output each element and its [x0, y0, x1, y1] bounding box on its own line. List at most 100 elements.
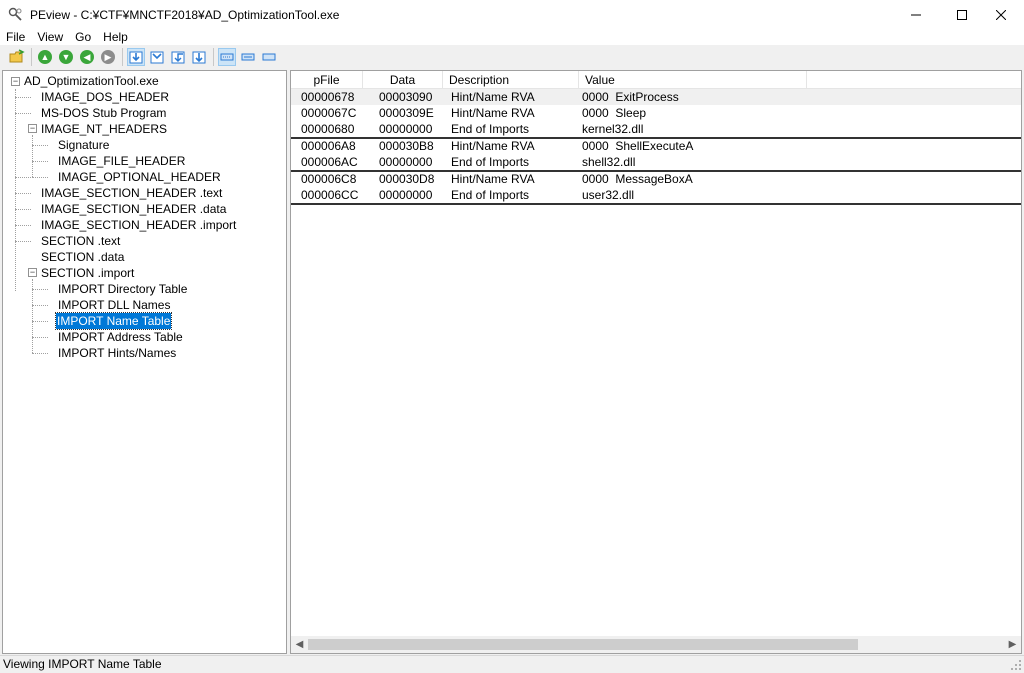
collapse-icon[interactable]: − [11, 77, 20, 86]
tree-connector [32, 279, 33, 353]
tree-item-file-header[interactable]: IMAGE_FILE_HEADER [57, 153, 186, 169]
cell-value: shell32.dll [582, 155, 636, 169]
up-icon: ▲ [38, 50, 52, 64]
cell-pfile: 000006A8 [301, 139, 356, 153]
tree-view[interactable]: − − − AD_OptimizationTool.exe IMAGE_DOS_… [2, 70, 287, 654]
cell-pfile: 000006C8 [301, 172, 357, 186]
cell-description: Hint/Name RVA [451, 139, 535, 153]
close-button[interactable] [978, 0, 1024, 29]
resize-grip-icon[interactable] [1010, 659, 1022, 671]
down-button[interactable]: ▼ [57, 48, 75, 66]
back-button[interactable]: ◀ [78, 48, 96, 66]
view-byte-icon [150, 51, 164, 64]
menu-go[interactable]: Go [69, 30, 97, 44]
menu-file[interactable]: File [0, 30, 31, 44]
table-row[interactable]: 000006AC 00000000 End of Imports shell32… [291, 154, 1021, 170]
tree-connector [32, 305, 48, 306]
layout-3-button[interactable] [260, 48, 278, 66]
column-header-data[interactable]: Data [363, 71, 443, 89]
tree-connector [15, 193, 31, 194]
table-row[interactable]: 000006C8 000030D8 Hint/Name RVA 0000 Mes… [291, 171, 1021, 187]
cell-description: End of Imports [451, 188, 530, 202]
cell-value: user32.dll [582, 188, 635, 202]
tree-item-section-import[interactable]: SECTION .import [40, 265, 135, 281]
minimize-button[interactable] [893, 0, 939, 29]
cell-data: 000030B8 [379, 139, 434, 153]
tree-item-import-directory-table[interactable]: IMPORT Directory Table [57, 281, 188, 297]
tree-item-nt-headers[interactable]: IMAGE_NT_HEADERS [40, 121, 168, 137]
toolbar: ▲ ▼ ◀ ▶ [0, 45, 1024, 69]
cell-data: 00000000 [379, 122, 433, 136]
cell-data: 000030D8 [379, 172, 435, 186]
tree-connector [32, 353, 48, 354]
cell-value: kernel32.dll [582, 122, 644, 136]
view-word-button[interactable] [190, 48, 208, 66]
tree-item-dos-stub[interactable]: MS-DOS Stub Program [40, 105, 167, 121]
menu-help[interactable]: Help [97, 30, 134, 44]
toolbar-separator [31, 48, 32, 66]
scroll-left-icon[interactable]: ◀ [291, 636, 308, 653]
table-row[interactable]: 00000680 00000000 End of Imports kernel3… [291, 121, 1021, 137]
tree-connector [32, 177, 48, 178]
menu-view[interactable]: View [31, 30, 69, 44]
scroll-right-icon[interactable]: ▶ [1004, 636, 1021, 653]
table-row[interactable]: 0000067C 0000309E Hint/Name RVA 0000 Sle… [291, 105, 1021, 121]
horizontal-scrollbar[interactable]: ◀ ▶ [291, 636, 1021, 653]
tree-item-import-hints-names[interactable]: IMPORT Hints/Names [57, 345, 177, 361]
up-button[interactable]: ▲ [36, 48, 54, 66]
view-word-icon [192, 51, 206, 64]
tree-item-signature[interactable]: Signature [57, 137, 110, 153]
layout-2-button[interactable] [239, 48, 257, 66]
table-row[interactable]: 000006CC 00000000 End of Imports user32.… [291, 187, 1021, 203]
scrollbar-thumb[interactable] [308, 639, 858, 650]
view-dword-icon [171, 51, 185, 64]
tree-connector [15, 225, 31, 226]
table-row[interactable]: 000006A8 000030B8 Hint/Name RVA 0000 She… [291, 138, 1021, 154]
tree-connector [32, 337, 48, 338]
table-row[interactable]: 00000678 00003090 Hint/Name RVA 0000 Exi… [291, 89, 1021, 105]
tree-connector [15, 241, 31, 242]
tree-connector [15, 97, 31, 98]
view-byte-button[interactable] [148, 48, 166, 66]
status-bar: Viewing IMPORT Name Table [0, 655, 1024, 673]
tree-connector [32, 135, 33, 177]
layout-1-icon [220, 53, 234, 61]
tree-item-section-header-text[interactable]: IMAGE_SECTION_HEADER .text [40, 185, 223, 201]
open-icon [9, 49, 25, 63]
forward-button[interactable]: ▶ [99, 48, 117, 66]
cell-data: 0000309E [379, 106, 434, 120]
tree-connector [32, 161, 48, 162]
cell-pfile: 0000067C [301, 106, 357, 120]
window-title: PEview - C:¥CTF¥MNCTF2018¥AD_Optimizatio… [30, 7, 340, 22]
view-hex-button[interactable] [127, 48, 145, 66]
tree-item-dos-header[interactable]: IMAGE_DOS_HEADER [40, 89, 170, 105]
layout-3-icon [262, 53, 276, 61]
tree-connector [32, 145, 48, 146]
list-header: pFile Data Description Value [291, 71, 1021, 89]
tree-item-section-data[interactable]: SECTION .data [40, 249, 125, 265]
tree-item-import-dll-names[interactable]: IMPORT DLL Names [57, 297, 171, 313]
minimize-icon [911, 14, 921, 15]
tree-connector [15, 89, 16, 291]
tree-item-section-header-data[interactable]: IMAGE_SECTION_HEADER .data [40, 201, 227, 217]
column-header-pfile[interactable]: pFile [291, 71, 363, 89]
collapse-icon[interactable]: − [28, 124, 37, 133]
toolbar-separator [122, 48, 123, 66]
tree-item-root[interactable]: AD_OptimizationTool.exe [23, 73, 160, 89]
tree-connector [32, 321, 48, 322]
tree-item-section-text[interactable]: SECTION .text [40, 233, 121, 249]
tree-item-import-name-table[interactable]: IMPORT Name Table [54, 312, 173, 330]
cell-value: 0000 MessageBoxA [582, 172, 693, 186]
tree-item-optional-header[interactable]: IMAGE_OPTIONAL_HEADER [57, 169, 222, 185]
view-dword-button[interactable] [169, 48, 187, 66]
tree-connector [32, 289, 48, 290]
collapse-icon[interactable]: − [28, 268, 37, 277]
layout-1-button[interactable] [218, 48, 236, 66]
detail-list-view[interactable]: pFile Data Description Value 00000678 00… [290, 70, 1022, 654]
open-button[interactable] [8, 48, 26, 66]
tree-item-import-address-table[interactable]: IMPORT Address Table [57, 329, 184, 345]
column-header-value[interactable]: Value [579, 71, 807, 89]
column-header-description[interactable]: Description [443, 71, 579, 89]
cell-pfile: 00000680 [301, 122, 355, 136]
tree-item-section-header-import[interactable]: IMAGE_SECTION_HEADER .import [40, 217, 237, 233]
